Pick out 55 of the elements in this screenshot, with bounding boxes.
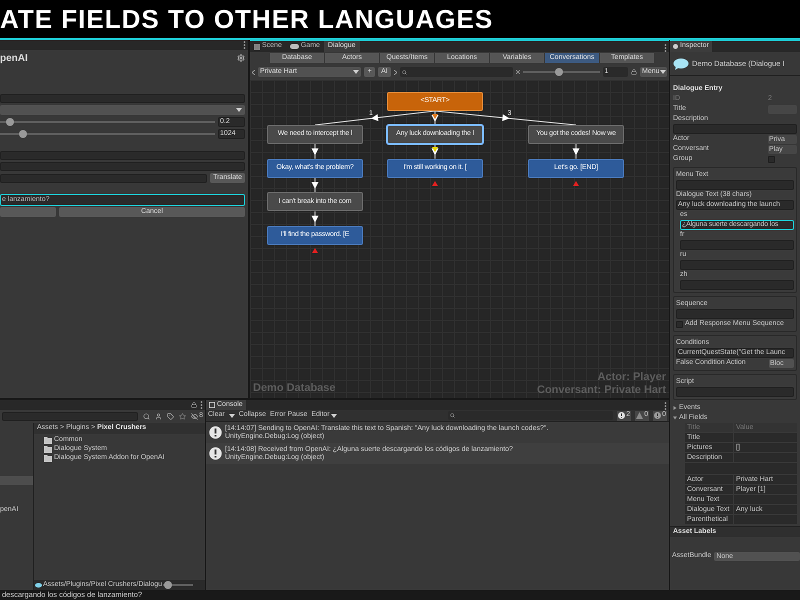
slider-thumb[interactable]: [18, 130, 27, 138]
connector-arrow: [312, 144, 318, 160]
close-icon[interactable]: [516, 70, 520, 74]
tag-icon[interactable]: [167, 413, 174, 420]
caret-icon: [660, 70, 666, 74]
eye-slash-icon[interactable]: [191, 413, 198, 420]
person-icon[interactable]: [155, 413, 162, 420]
slider[interactable]: [522, 68, 600, 76]
console-icon: [209, 402, 215, 408]
lock-icon[interactable]: [191, 402, 197, 408]
settings-icon[interactable]: [237, 54, 245, 62]
connector-arrow: [312, 177, 318, 193]
search-field[interactable]: [448, 411, 614, 420]
more-options-icon[interactable]: [200, 401, 203, 409]
chevron-right-icon[interactable]: [394, 70, 397, 74]
info-message-icon: [209, 446, 222, 460]
star-icon[interactable]: [179, 413, 186, 420]
caret-icon: [330, 414, 337, 418]
lock-icon[interactable]: [631, 69, 638, 75]
text-field[interactable]: [676, 180, 794, 190]
more-options-icon[interactable]: [243, 41, 246, 49]
search-icon[interactable]: [143, 413, 150, 420]
text-field[interactable]: [676, 387, 794, 397]
slider-thumb[interactable]: [555, 68, 564, 76]
slider-thumb[interactable]: [164, 581, 172, 589]
info-icon: [673, 44, 678, 49]
text-field[interactable]: [673, 124, 797, 134]
connector-arrow: [572, 144, 580, 160]
slider[interactable]: [163, 581, 194, 589]
connector-arrow: [312, 210, 318, 227]
caret-icon: [236, 108, 242, 112]
chevron-left-icon[interactable]: [252, 70, 255, 74]
panel-title: penAI: [0, 52, 28, 66]
caret-icon: [353, 70, 360, 74]
slider[interactable]: [0, 118, 215, 126]
info-message-icon: [209, 426, 222, 440]
checkbox[interactable]: [676, 320, 683, 328]
banner-title: ATE FIELDS TO OTHER LANGUAGES: [0, 2, 494, 36]
warning-icon: [636, 412, 644, 419]
search-field[interactable]: [400, 67, 513, 77]
node-graph-canvas[interactable]: [250, 80, 669, 398]
caret-icon: [228, 414, 235, 418]
slider[interactable]: [0, 130, 215, 138]
translation-field[interactable]: [680, 280, 794, 290]
translation-field[interactable]: [680, 240, 794, 250]
translation-field[interactable]: [680, 260, 794, 270]
more-options-icon[interactable]: [664, 44, 667, 52]
grid-icon: [254, 44, 260, 50]
dropdown-button[interactable]: [228, 414, 235, 418]
search-icon: [450, 413, 456, 418]
search-icon: [402, 70, 407, 74]
more-options-icon[interactable]: [664, 402, 667, 410]
slider-thumb[interactable]: [6, 118, 14, 126]
checkbox[interactable]: [768, 156, 775, 162]
text-field[interactable]: [676, 309, 794, 319]
